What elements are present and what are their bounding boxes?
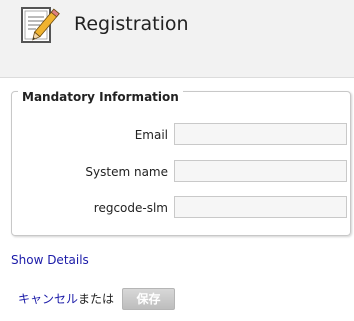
document-pencil-icon xyxy=(21,7,60,43)
system-name-label: System name xyxy=(85,165,168,179)
email-field[interactable] xyxy=(174,123,347,145)
save-button[interactable]: 保存 xyxy=(122,288,175,310)
cancel-link[interactable]: キャンセル xyxy=(18,291,78,307)
regcode-slm-field[interactable] xyxy=(174,196,347,218)
regcode-slm-label: regcode-slm xyxy=(93,201,168,215)
page-title: Registration xyxy=(74,13,189,35)
page-header: Registration xyxy=(0,0,354,78)
or-separator-text: または xyxy=(78,292,115,306)
system-name-field[interactable] xyxy=(174,160,347,182)
email-label: Email xyxy=(134,128,168,142)
show-details-link[interactable]: Show Details xyxy=(11,252,89,268)
section-title: Mandatory Information xyxy=(18,89,183,105)
